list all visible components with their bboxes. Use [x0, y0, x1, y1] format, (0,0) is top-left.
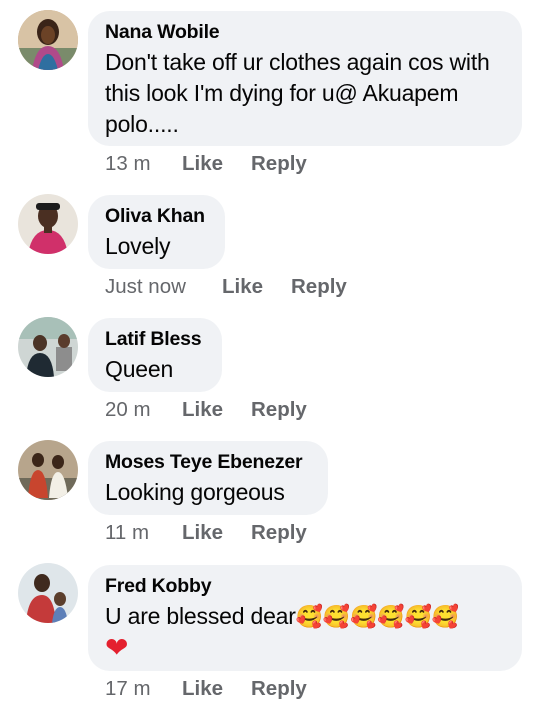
comment-text: Queen — [105, 356, 174, 382]
like-button[interactable]: Like — [182, 152, 223, 176]
like-button[interactable]: Like — [182, 521, 223, 545]
reply-button[interactable]: Reply — [251, 398, 307, 422]
comment-text: Don't take off ur clothes again cos with… — [105, 49, 490, 137]
comment-author[interactable]: Oliva Khan — [105, 204, 207, 228]
reply-button[interactable]: Reply — [291, 275, 347, 299]
comment-bubble: Latif Bless Queen — [88, 318, 222, 392]
avatar[interactable] — [18, 440, 78, 500]
comment-timestamp[interactable]: 13 m — [105, 152, 151, 176]
comment-timestamp[interactable]: 20 m — [105, 398, 151, 422]
profile-photo-man-child-icon — [18, 563, 78, 623]
comment-text: Looking gorgeous — [105, 479, 285, 505]
reply-button[interactable]: Reply — [251, 521, 307, 545]
comment-author[interactable]: Nana Wobile — [105, 20, 504, 44]
reply-button[interactable]: Reply — [251, 152, 307, 176]
profile-photo-outdoor-icon — [18, 317, 78, 377]
avatar[interactable] — [18, 194, 78, 254]
comment-timestamp[interactable]: Just now — [105, 275, 186, 299]
avatar[interactable] — [18, 317, 78, 377]
reply-button[interactable]: Reply — [251, 677, 307, 701]
comment-text: U are blessed dear🥰🥰🥰🥰🥰🥰 ❤ — [105, 601, 504, 663]
profile-photo-man-icon — [18, 194, 78, 254]
comment-author[interactable]: Moses Teye Ebenezer — [105, 450, 310, 474]
red-heart-icon: ❤ — [105, 632, 129, 663]
like-button[interactable]: Like — [222, 275, 263, 299]
smiling-face-hearts-icon: 🥰🥰🥰🥰🥰🥰 — [295, 604, 459, 629]
comment-bubble: Oliva Khan Lovely — [88, 195, 225, 269]
profile-photo-woman-icon — [18, 10, 78, 70]
comment-bubble: Fred Kobby U are blessed dear🥰🥰🥰🥰🥰🥰 ❤ — [88, 565, 522, 671]
comment-text: Lovely — [105, 233, 171, 259]
comment-text-body: U are blessed dear — [105, 603, 296, 629]
profile-photo-group-icon — [18, 440, 78, 500]
like-button[interactable]: Like — [182, 677, 223, 701]
avatar[interactable] — [18, 563, 78, 623]
like-button[interactable]: Like — [182, 398, 223, 422]
comment-bubble: Moses Teye Ebenezer Looking gorgeous — [88, 441, 328, 515]
comment-bubble: Nana Wobile Don't take off ur clothes ag… — [88, 11, 522, 146]
comment-author[interactable]: Latif Bless — [105, 327, 204, 351]
comment-timestamp[interactable]: 11 m — [105, 521, 149, 545]
comment-author[interactable]: Fred Kobby — [105, 574, 504, 598]
avatar[interactable] — [18, 10, 78, 70]
comment-timestamp[interactable]: 17 m — [105, 677, 151, 701]
